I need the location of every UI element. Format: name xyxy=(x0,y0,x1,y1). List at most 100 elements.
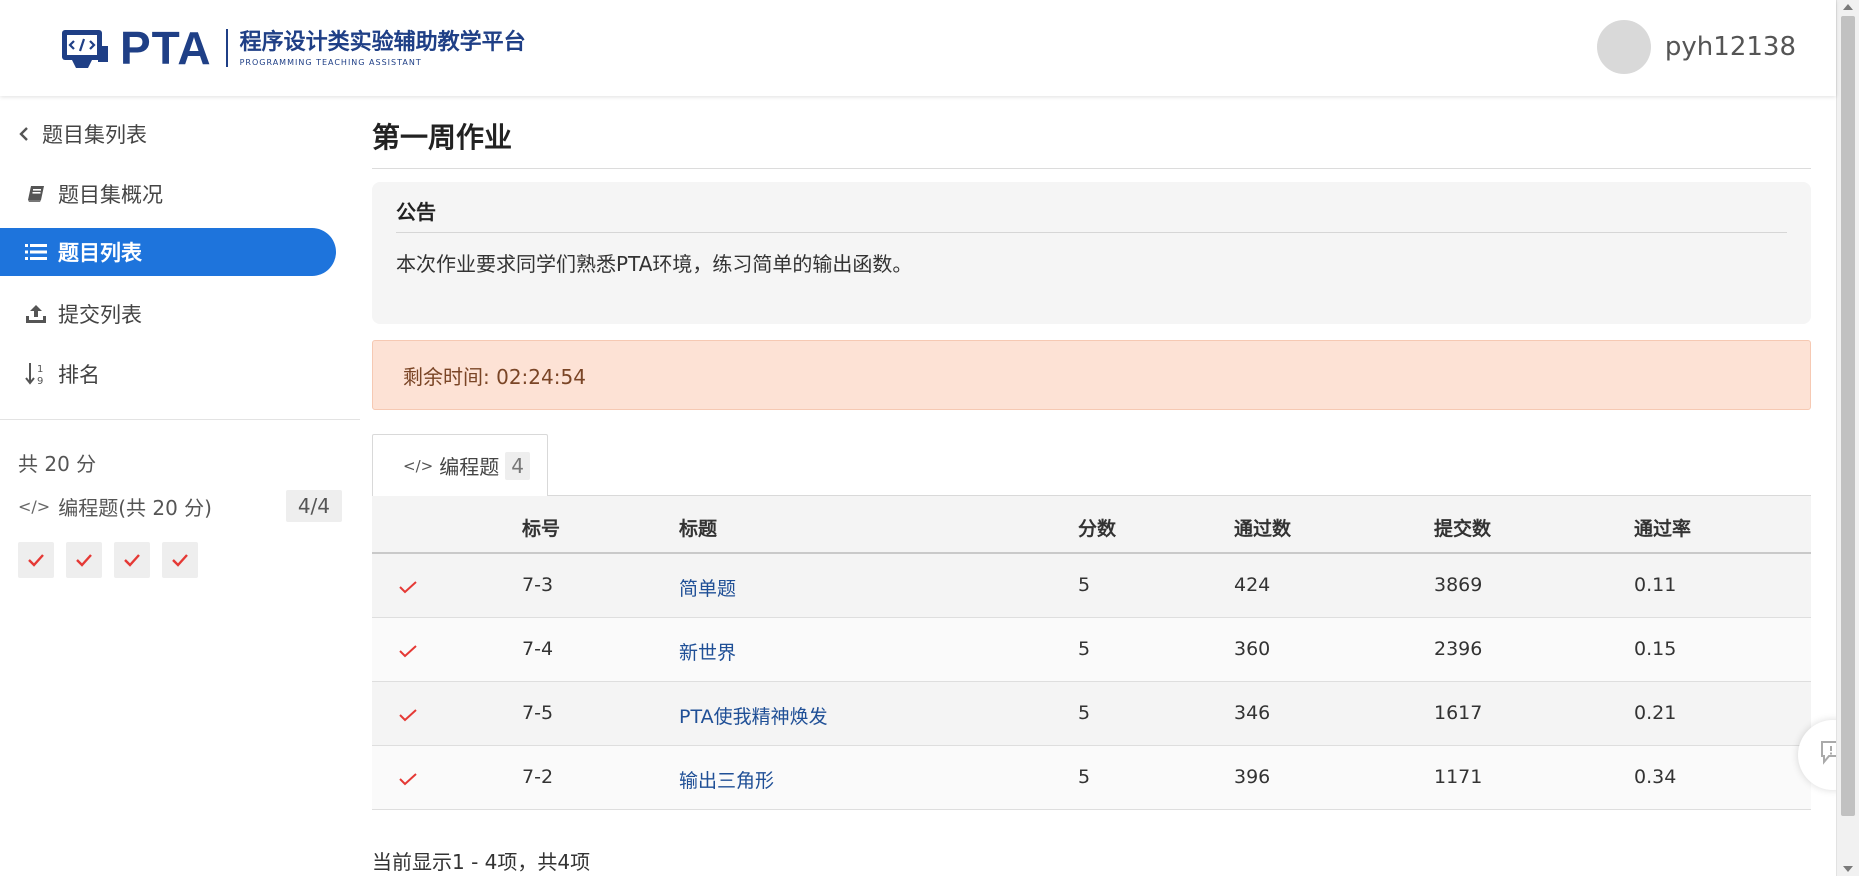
column-header-id[interactable]: 标号 xyxy=(522,514,560,541)
problem-score: 5 xyxy=(1078,574,1091,596)
chevron-left-icon xyxy=(16,126,32,142)
code-icon: </> xyxy=(403,456,434,475)
column-header-score[interactable]: 分数 xyxy=(1078,514,1116,541)
vertical-scrollbar[interactable] xyxy=(1836,0,1859,876)
check-icon xyxy=(28,554,44,567)
total-score: 共 20 分 xyxy=(18,452,97,476)
pagination-summary: 当前显示1 - 4项，共4项 xyxy=(372,850,591,874)
back-label: 题目集列表 xyxy=(42,123,147,147)
logo-en-subtitle: PROGRAMMING TEACHING ASSISTANT xyxy=(239,57,422,67)
table-row[interactable]: 7-5 PTA使我精神焕发 5 346 1617 0.21 xyxy=(372,682,1811,746)
logo-brand: PTA xyxy=(120,22,212,74)
sidebar-item-label: 题目列表 xyxy=(58,241,142,265)
sidebar-item-problem-list[interactable]: 题目列表 xyxy=(0,228,336,276)
column-header-passed[interactable]: 通过数 xyxy=(1234,514,1291,541)
top-header: PTA 程序设计类实验辅助教学平台 PROGRAMMING TEACHING A… xyxy=(0,0,1836,96)
check-icon xyxy=(398,642,418,664)
announcement-divider xyxy=(396,232,1787,233)
problem-submitted-count: 3869 xyxy=(1434,574,1483,596)
table-header: 标号 标题 分数 通过数 提交数 通过率 xyxy=(372,496,1811,554)
problem-type-summary: </> 编程题(共 20 分) 4/4 xyxy=(18,490,342,522)
page-title: 第一周作业 xyxy=(372,121,513,154)
check-icon xyxy=(398,706,418,728)
problem-pass-rate: 0.21 xyxy=(1634,702,1677,724)
table-row[interactable]: 7-2 输出三角形 5 396 1171 0.34 xyxy=(372,746,1811,810)
problem-title-link[interactable]: 新世界 xyxy=(679,638,736,665)
problem-status-box[interactable] xyxy=(114,542,150,578)
scroll-down-arrow-icon[interactable] xyxy=(1843,866,1853,872)
tab-count-badge: 4 xyxy=(505,451,530,480)
tab-programming[interactable]: </> 编程题 4 xyxy=(372,434,548,496)
problem-passed-count: 346 xyxy=(1234,702,1271,724)
problem-passed-count: 424 xyxy=(1234,574,1271,596)
problem-pass-rate: 0.15 xyxy=(1634,638,1677,660)
problem-score: 5 xyxy=(1078,702,1091,724)
announcement-title: 公告 xyxy=(396,200,436,224)
table-row[interactable]: 7-4 新世界 5 360 2396 0.15 xyxy=(372,618,1811,682)
scroll-up-arrow-icon[interactable] xyxy=(1843,4,1853,10)
problem-status-box[interactable] xyxy=(162,542,198,578)
sidebar-item-label: 排名 xyxy=(58,363,100,387)
problem-passed-count: 396 xyxy=(1234,766,1271,788)
problem-title-link[interactable]: 简单题 xyxy=(679,574,736,601)
problem-status-boxes xyxy=(18,542,210,578)
problem-table: 标号 标题 分数 通过数 提交数 通过率 7-3 简单题 5 424 3869 … xyxy=(372,496,1811,810)
svg-text:1: 1 xyxy=(37,364,43,375)
problem-id: 7-3 xyxy=(522,574,554,596)
problem-title-link[interactable]: PTA使我精神焕发 xyxy=(679,702,828,729)
sidebar: 题目集列表 题目集概况 题目列表 提交列表 19 排名 共 20 分 </> 编… xyxy=(0,96,360,876)
tab-label: 编程题 xyxy=(439,455,500,479)
check-icon xyxy=(398,770,418,792)
column-header-title[interactable]: 标题 xyxy=(679,514,717,541)
problem-type-label: </> 编程题(共 20 分) xyxy=(18,492,212,521)
problem-id: 7-2 xyxy=(522,766,554,788)
sidebar-item-ranking[interactable]: 19 排名 xyxy=(0,350,336,398)
svg-text:9: 9 xyxy=(37,376,43,386)
problem-passed-count: 360 xyxy=(1234,638,1271,660)
list-icon xyxy=(22,243,50,261)
code-window-logo-icon xyxy=(60,26,110,70)
problem-submitted-count: 1171 xyxy=(1434,766,1483,788)
column-header-submitted[interactable]: 提交数 xyxy=(1434,514,1491,541)
back-to-problem-sets-link[interactable]: 题目集列表 xyxy=(0,110,336,158)
sidebar-divider xyxy=(0,419,360,420)
title-divider xyxy=(372,168,1811,169)
problem-pass-rate: 0.34 xyxy=(1634,766,1677,788)
sort-numeric-icon: 19 xyxy=(22,362,50,386)
check-icon xyxy=(172,554,188,567)
problem-submitted-count: 1617 xyxy=(1434,702,1483,724)
logo-cn-title: 程序设计类实验辅助教学平台 xyxy=(239,29,526,55)
avatar[interactable] xyxy=(1596,20,1651,74)
remaining-time: 剩余时间: 02:24:54 xyxy=(403,365,586,389)
user-menu[interactable]: pyh12138 xyxy=(1596,20,1796,74)
problem-score: 5 xyxy=(1078,638,1091,660)
problem-status-box[interactable] xyxy=(66,542,102,578)
problem-status-box[interactable] xyxy=(18,542,54,578)
column-header-pass-rate[interactable]: 通过率 xyxy=(1634,514,1691,541)
username[interactable]: pyh12138 xyxy=(1665,32,1796,62)
problem-type-text: 编程题(共 20 分) xyxy=(58,495,212,520)
sidebar-item-submissions[interactable]: 提交列表 xyxy=(0,290,336,338)
problem-submitted-count: 2396 xyxy=(1434,638,1483,660)
problem-score: 5 xyxy=(1078,766,1091,788)
sidebar-item-label: 提交列表 xyxy=(58,303,142,327)
announcement-body: 本次作业要求同学们熟悉PTA环境，练习简单的输出函数。 xyxy=(396,252,913,276)
logo-text: 程序设计类实验辅助教学平台 PROGRAMMING TEACHING ASSIS… xyxy=(240,30,526,67)
problem-id: 7-5 xyxy=(522,702,554,724)
check-icon xyxy=(124,554,140,567)
book-icon xyxy=(22,184,50,204)
check-icon xyxy=(76,554,92,567)
remaining-time-banner: 剩余时间: 02:24:54 xyxy=(372,340,1811,410)
pta-logo[interactable]: PTA 程序设计类实验辅助教学平台 PROGRAMMING TEACHING A… xyxy=(60,22,526,74)
problem-type-count: 4/4 xyxy=(285,490,342,522)
sidebar-item-label: 题目集概况 xyxy=(58,183,163,207)
problem-title-link[interactable]: 输出三角形 xyxy=(679,766,774,793)
problem-pass-rate: 0.11 xyxy=(1634,574,1677,596)
sidebar-item-overview[interactable]: 题目集概况 xyxy=(0,170,336,218)
scrollbar-thumb[interactable] xyxy=(1841,16,1855,816)
table-row[interactable]: 7-3 简单题 5 424 3869 0.11 xyxy=(372,554,1811,618)
logo-separator xyxy=(225,29,228,67)
announcement-panel: 公告 本次作业要求同学们熟悉PTA环境，练习简单的输出函数。 xyxy=(372,182,1811,324)
code-icon: </> xyxy=(18,496,51,516)
problem-id: 7-4 xyxy=(522,638,554,660)
